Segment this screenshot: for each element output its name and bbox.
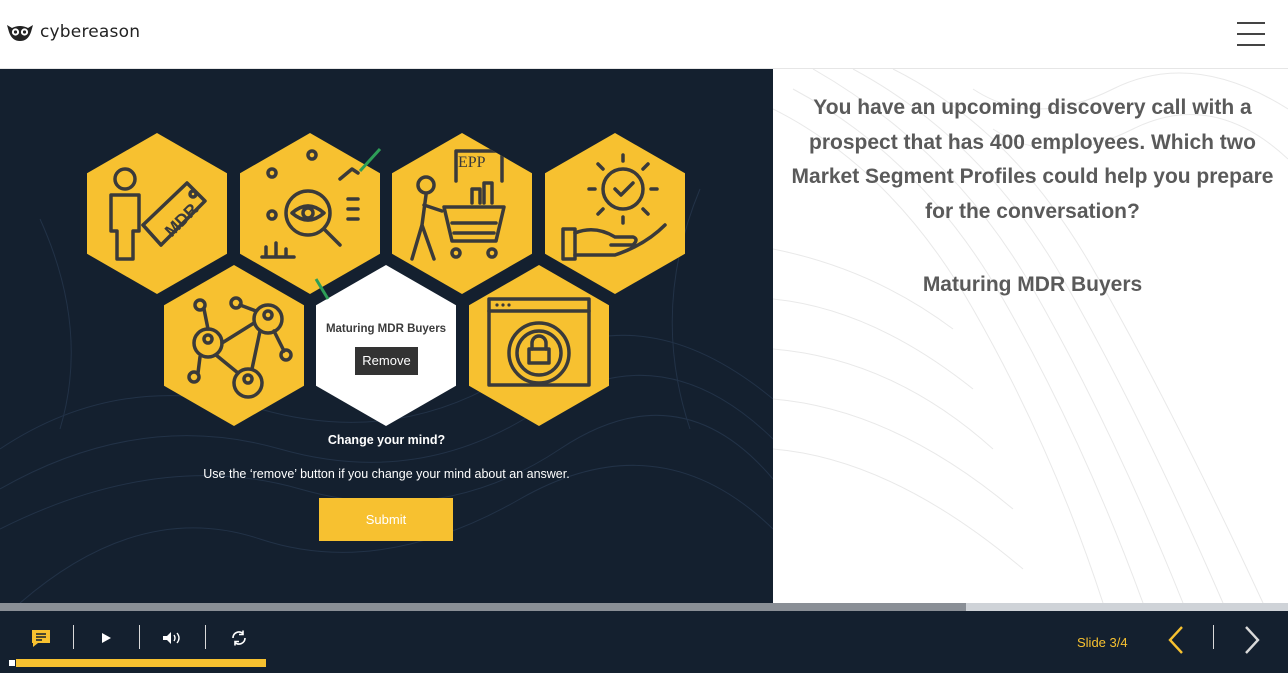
- question-text: You have an upcoming discovery call with…: [791, 96, 1274, 223]
- hex-selected-answer: Maturing MDR Buyers Remove: [316, 265, 456, 426]
- browser-lock-icon: [487, 297, 591, 387]
- check-mark-icon: [314, 278, 330, 300]
- separator: [139, 625, 140, 649]
- slide-counter: Slide 3/4: [1077, 635, 1128, 650]
- svg-text:EPP: EPP: [458, 154, 486, 171]
- previous-slide-icon[interactable]: [1163, 625, 1189, 655]
- network-people-icon: [187, 296, 293, 399]
- hamburger-menu-icon[interactable]: [1237, 22, 1265, 46]
- gear-hand-check-icon: [561, 153, 667, 261]
- activity-panel: MDR EPP Maturing MDR Buyers Remove Chang…: [0, 69, 773, 603]
- hex-option-mdr-buyer[interactable]: MDR: [87, 133, 227, 294]
- volume-icon[interactable]: [160, 627, 184, 649]
- separator: [73, 625, 74, 649]
- svg-text:MDR: MDR: [161, 200, 202, 241]
- transcript-icon[interactable]: [28, 627, 54, 649]
- hex-option-epp-buyer[interactable]: EPP: [392, 133, 532, 294]
- hex-option-security[interactable]: [469, 265, 609, 426]
- separator: [1213, 625, 1214, 649]
- submit-button[interactable]: Submit: [319, 498, 453, 541]
- logo-text: cybereason: [40, 22, 141, 42]
- mdr-person-tag-icon: MDR: [109, 167, 207, 261]
- slide-timeline[interactable]: [0, 603, 1288, 611]
- next-slide-icon[interactable]: [1239, 625, 1265, 655]
- header-bar: cybereason: [0, 0, 1288, 69]
- separator: [205, 625, 206, 649]
- change-mind-title: Change your mind?: [327, 433, 446, 447]
- logo[interactable]: cybereason: [6, 22, 140, 42]
- check-mark-icon: [358, 147, 382, 173]
- question-panel: You have an upcoming discovery call with…: [773, 69, 1288, 603]
- remove-button[interactable]: Remove: [355, 347, 418, 375]
- playback-progress-bar[interactable]: [8, 659, 266, 667]
- selected-answer-text: Maturing MDR Buyers: [922, 273, 1143, 296]
- owl-icon: [7, 25, 33, 41]
- playback-progress-handle[interactable]: [8, 659, 16, 667]
- selected-answer-label: Maturing MDR Buyers: [325, 323, 447, 335]
- player-controls: Slide 3/4: [0, 611, 1288, 673]
- change-mind-text: Use the ‘remove’ button if you change yo…: [203, 467, 570, 481]
- replay-icon[interactable]: [228, 627, 250, 649]
- hex-option-network[interactable]: [164, 265, 304, 426]
- slide-timeline-progress: [0, 603, 966, 611]
- epp-shopping-cart-icon: EPP: [410, 149, 506, 261]
- hex-option-managed-services[interactable]: [545, 133, 685, 294]
- play-icon[interactable]: [96, 627, 116, 649]
